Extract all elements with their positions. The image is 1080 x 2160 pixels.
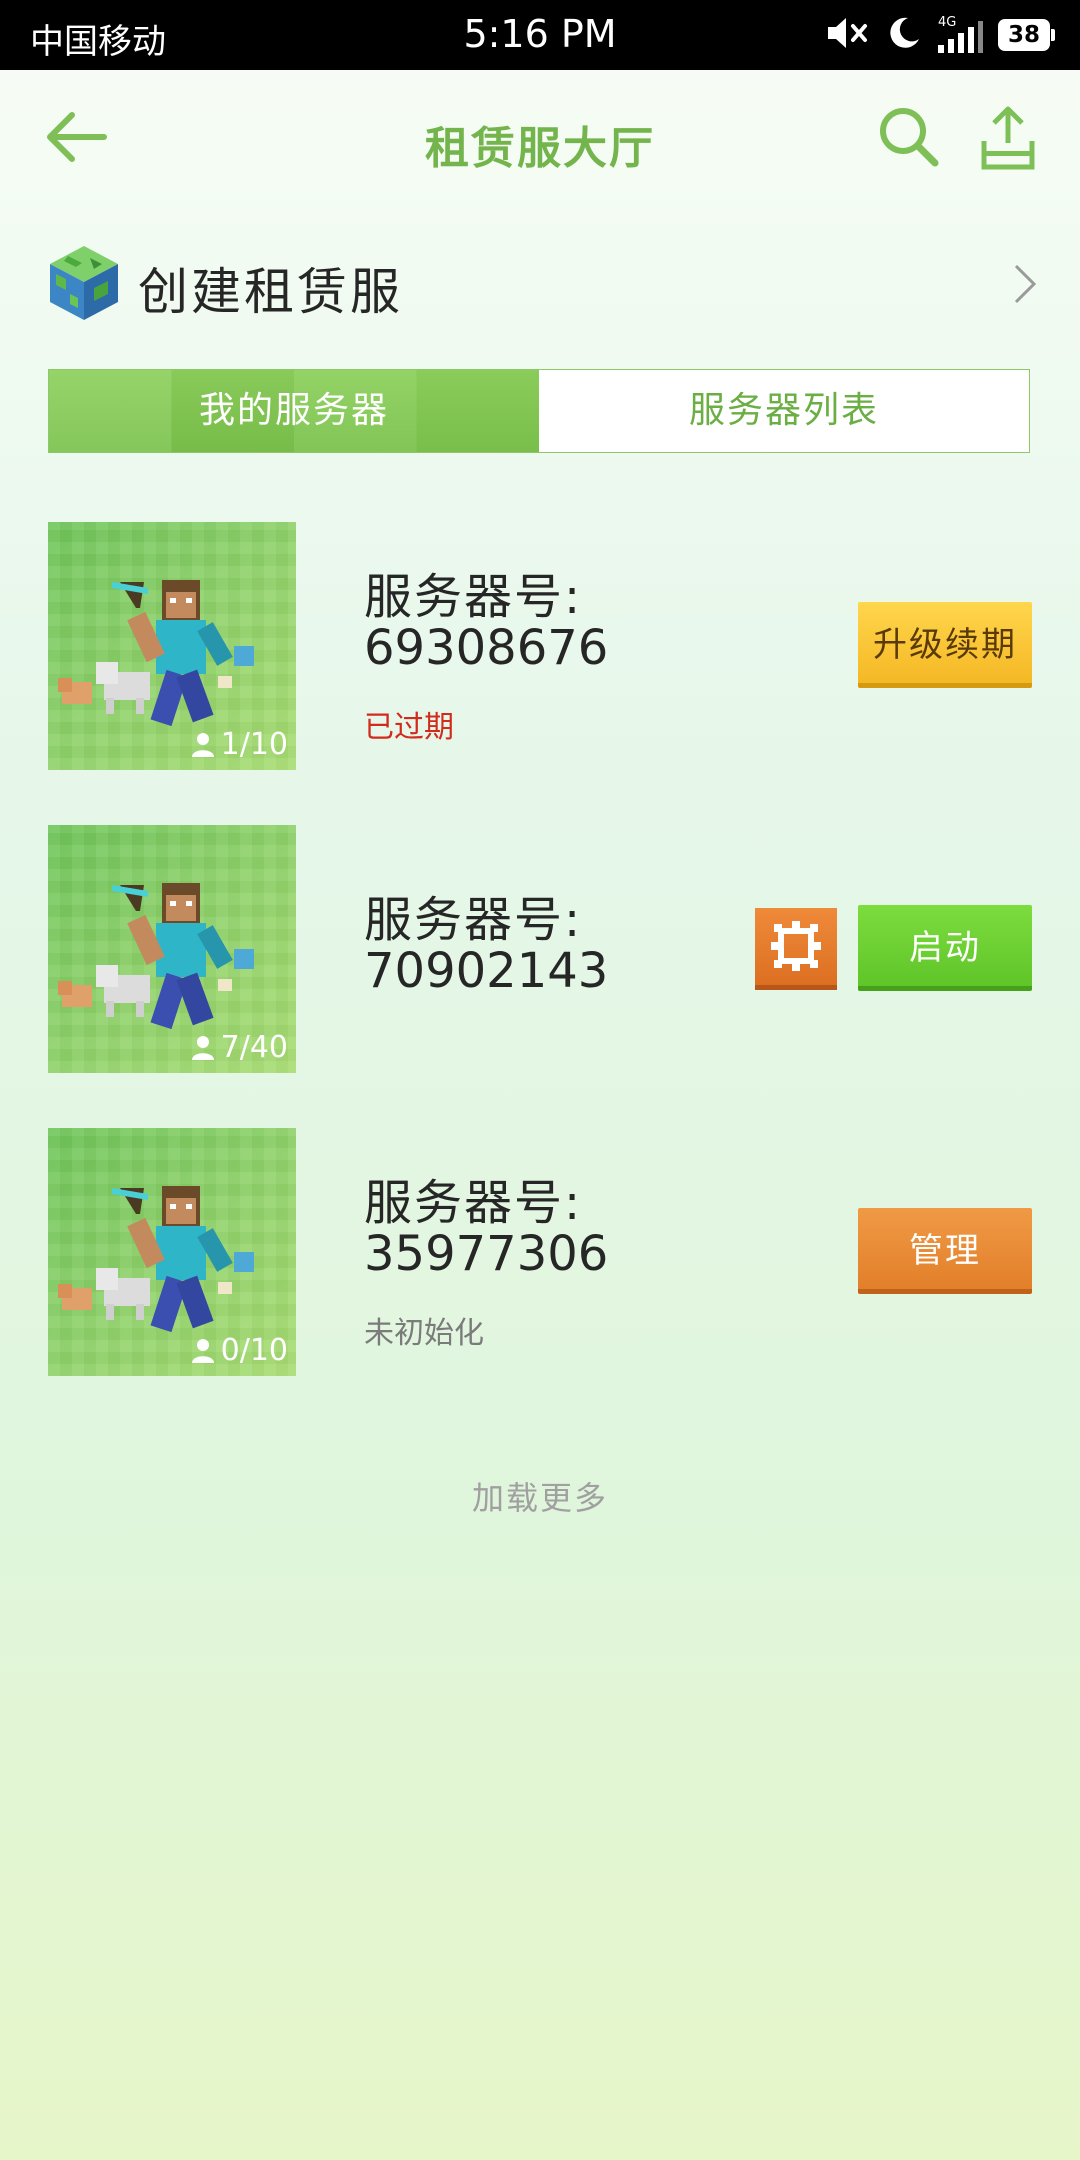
load-more-link[interactable]: 加载更多 [0, 1473, 1080, 1519]
player-count: 7/40 [189, 1030, 288, 1065]
person-icon [191, 732, 214, 757]
world-cube-icon [48, 244, 120, 322]
server-list-item[interactable]: 1/10 服务器号: 69308676 已过期 升级续期 [48, 522, 1038, 772]
search-button[interactable] [875, 103, 941, 169]
server-status: 未初始化 [364, 1316, 484, 1351]
top-bar: 租赁服大厅 [0, 70, 1080, 205]
server-thumbnail: 7/40 [48, 825, 296, 1073]
settings-gear-icon [771, 921, 821, 971]
server-id-label: 服务器号: [364, 569, 583, 625]
create-server-label: 创建租赁服 [138, 263, 403, 321]
player-count-text: 1/10 [220, 727, 288, 762]
signal-icon: 4G [936, 15, 984, 53]
person-icon [191, 1338, 214, 1363]
server-id-value: 69308676 [364, 620, 609, 676]
server-id-value: 70902143 [364, 943, 609, 999]
server-list-item[interactable]: 7/40 服务器号: 70902143 启动 [48, 825, 1038, 1075]
server-thumbnail: 0/10 [48, 1128, 296, 1376]
status-icons: 4G 38 [826, 15, 1055, 55]
server-status: 已过期 [364, 710, 454, 745]
manage-server-button[interactable]: 管理 [858, 1208, 1032, 1294]
player-count-text: 7/40 [220, 1030, 288, 1065]
server-list-item[interactable]: 0/10 服务器号: 35977306 未初始化 管理 [48, 1128, 1038, 1378]
upgrade-renew-button[interactable]: 升级续期 [858, 602, 1032, 688]
server-id-label: 服务器号: [364, 892, 583, 948]
player-count: 0/10 [189, 1333, 288, 1368]
server-id-label: 服务器号: [364, 1175, 583, 1231]
player-count: 1/10 [189, 727, 288, 762]
chevron-right-icon [1012, 262, 1038, 306]
player-count-text: 0/10 [220, 1333, 288, 1368]
start-server-button[interactable]: 启动 [858, 905, 1032, 991]
share-icon [981, 106, 1035, 170]
search-icon [880, 108, 939, 167]
person-icon [191, 1035, 214, 1060]
tab-my-servers[interactable]: 我的服务器 [49, 370, 539, 452]
mute-icon [826, 15, 872, 55]
server-tabs: 我的服务器 服务器列表 [48, 369, 1030, 453]
status-bar: 中国移动 5:16 PM 4G 38 [0, 0, 1080, 70]
server-id-value: 35977306 [364, 1226, 609, 1282]
moon-icon [886, 15, 922, 55]
settings-button[interactable] [755, 908, 837, 990]
battery-icon: 38 [998, 19, 1055, 51]
create-server-row[interactable]: 创建租赁服 [48, 238, 1038, 328]
server-thumbnail: 1/10 [48, 522, 296, 770]
tab-server-list[interactable]: 服务器列表 [539, 370, 1029, 452]
share-button[interactable] [980, 105, 1036, 171]
